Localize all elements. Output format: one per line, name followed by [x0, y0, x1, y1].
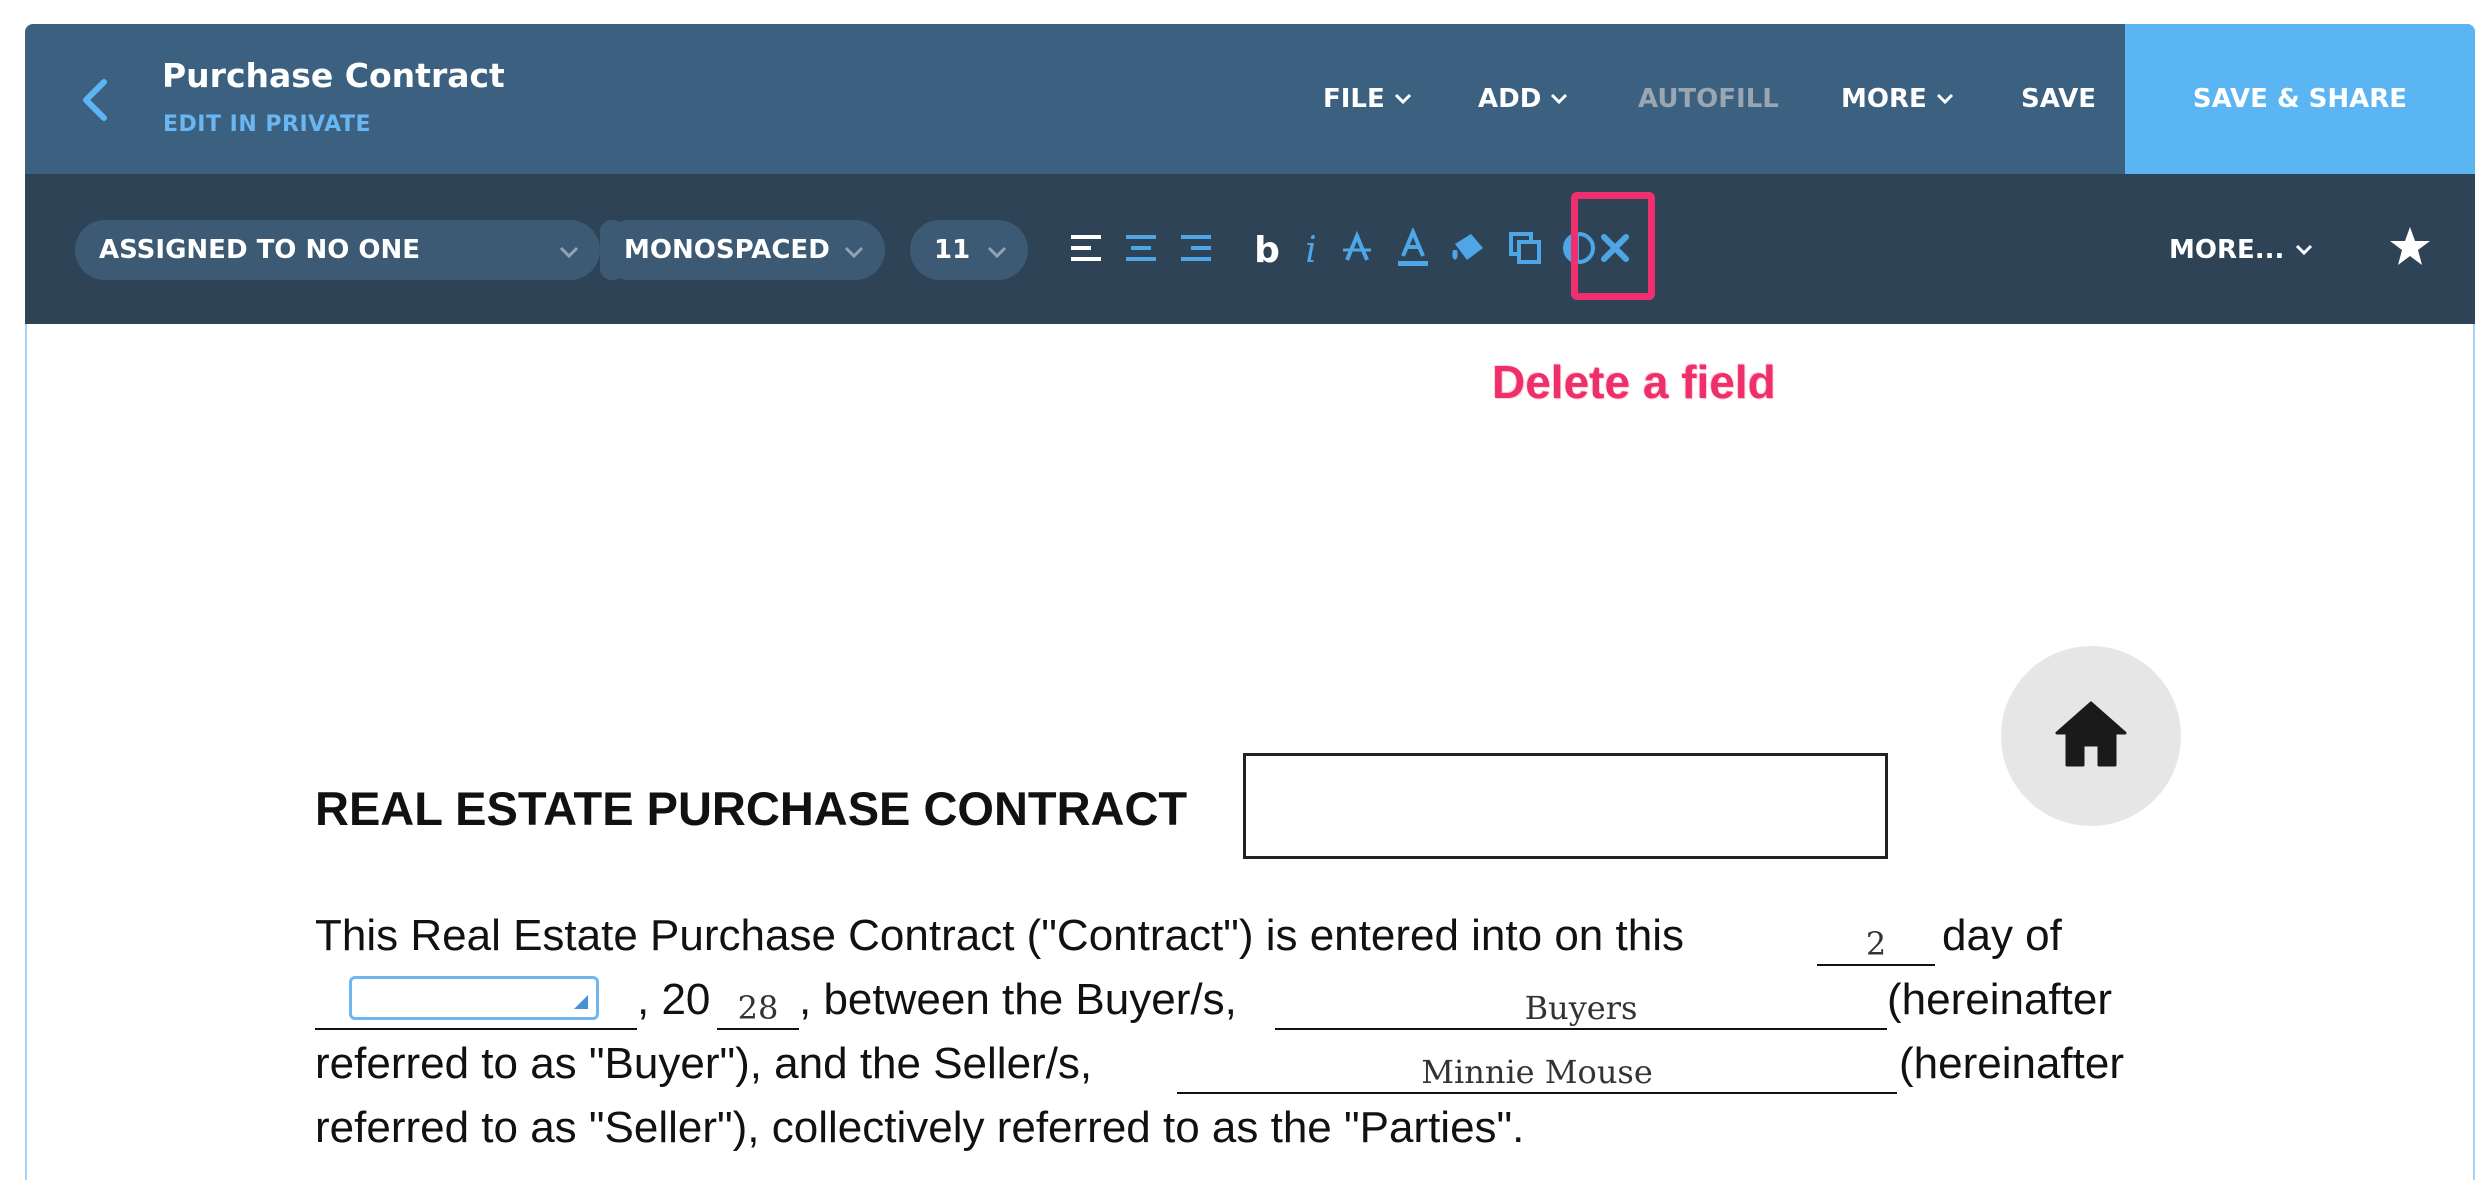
fill-color-button[interactable] — [1444, 226, 1492, 274]
contract-line-4: referred to as "Seller"), collectively r… — [315, 1098, 2175, 1158]
back-button[interactable] — [65, 72, 125, 132]
file-menu[interactable]: FILE — [1323, 24, 1413, 174]
bold-icon: b — [1254, 229, 1280, 271]
font-family-select[interactable]: MONOSPACED — [600, 220, 885, 280]
align-left-icon — [1069, 232, 1103, 269]
save-label: SAVE — [2021, 84, 2096, 114]
bold-button[interactable]: b — [1243, 226, 1291, 274]
dropdown-arrow-icon — [574, 995, 588, 1009]
duplicate-icon — [1507, 230, 1543, 271]
file-menu-label: FILE — [1323, 84, 1385, 114]
line-4-text: referred to as "Seller"), collectively r… — [315, 1103, 1525, 1152]
font-size-select[interactable]: 11 — [910, 220, 1028, 280]
text-color-button[interactable] — [1389, 226, 1437, 274]
align-right-button[interactable] — [1172, 226, 1220, 274]
more-header-menu[interactable]: MORE — [1841, 24, 1955, 174]
more-tools-menu[interactable]: MORE... — [2169, 220, 2314, 280]
font-family-label: MONOSPACED — [624, 235, 830, 265]
delete-field-highlight — [1571, 192, 1655, 300]
month-dropdown[interactable] — [349, 976, 599, 1020]
fill-color-icon — [1449, 230, 1487, 271]
chevron-down-icon — [2294, 243, 2314, 257]
chevron-down-icon — [1935, 92, 1955, 106]
autofill-menu-label: AUTOFILL — [1638, 84, 1779, 114]
save-and-share-button[interactable]: SAVE & SHARE — [2125, 24, 2475, 174]
home-button[interactable] — [2001, 646, 2181, 826]
chevron-down-icon — [843, 238, 865, 268]
align-left-button[interactable] — [1062, 226, 1110, 274]
add-menu-label: ADD — [1478, 84, 1542, 114]
font-size-label: 11 — [934, 235, 971, 265]
buyer-field[interactable]: Buyers — [1275, 970, 1887, 1030]
seller-field[interactable]: Minnie Mouse — [1177, 1034, 1897, 1094]
strikethrough-icon — [1339, 230, 1375, 271]
duplicate-button[interactable] — [1501, 226, 1549, 274]
more-tools-label: MORE... — [2169, 235, 2285, 265]
line-3-text-a: referred to as "Buyer"), and the Seller/… — [315, 1039, 1093, 1088]
chevron-down-icon — [1549, 92, 1569, 106]
year-field[interactable]: 28 — [717, 970, 799, 1030]
app-header: Purchase Contract EDIT IN PRIVATE FILE A… — [25, 24, 2475, 174]
star-icon — [2388, 225, 2432, 272]
text-color-icon — [1395, 226, 1431, 273]
line-3-text-b: (hereinafter — [1899, 1039, 2125, 1088]
more-menu-label: MORE — [1841, 84, 1927, 114]
align-center-button[interactable] — [1117, 226, 1165, 274]
autofill-menu[interactable]: AUTOFILL — [1638, 24, 1779, 174]
home-icon — [2053, 699, 2129, 774]
chevron-left-icon — [80, 78, 110, 127]
assigned-to-select[interactable]: ASSIGNED TO NO ONE — [75, 220, 600, 280]
title-text-field[interactable] — [1243, 753, 1888, 859]
chevron-down-icon — [986, 238, 1008, 268]
strikethrough-button[interactable] — [1333, 226, 1381, 274]
favorite-button[interactable] — [2380, 218, 2440, 278]
line-2-text-b: , between the Buyer/s, — [799, 975, 1237, 1024]
line-1-text-b: day of — [1942, 911, 2062, 960]
align-center-icon — [1124, 232, 1158, 269]
line-2-text-c: (hereinafter — [1887, 975, 2113, 1024]
document-title: Purchase Contract — [162, 56, 505, 95]
assigned-to-label: ASSIGNED TO NO ONE — [99, 235, 421, 265]
italic-icon: i — [1305, 229, 1317, 271]
tooltip-annotation: Delete a field — [1492, 356, 1776, 408]
chevron-down-icon — [1393, 92, 1413, 106]
contract-line-1: This Real Estate Purchase Contract ("Con… — [315, 906, 2175, 966]
edit-in-private-link[interactable]: EDIT IN PRIVATE — [163, 112, 371, 137]
day-field[interactable]: 2 — [1817, 906, 1935, 966]
contract-line-2: , 20 28 , between the Buyer/s, Buyers (h… — [315, 970, 2175, 1030]
formatting-toolbar: ASSIGNED TO NO ONE MONOSPACED 11 b i MOR… — [25, 174, 2475, 324]
italic-button[interactable]: i — [1287, 226, 1335, 274]
align-right-icon — [1179, 232, 1213, 269]
line-1-text-a: This Real Estate Purchase Contract ("Con… — [315, 911, 1684, 960]
contract-title: REAL ESTATE PURCHASE CONTRACT — [315, 782, 1188, 835]
line-2-text-a: , 20 — [637, 975, 711, 1024]
contract-line-3: referred to as "Buyer"), and the Seller/… — [315, 1034, 2175, 1094]
chevron-down-icon — [558, 238, 580, 268]
add-menu[interactable]: ADD — [1478, 24, 1569, 174]
save-button[interactable]: SAVE — [2021, 24, 2096, 174]
